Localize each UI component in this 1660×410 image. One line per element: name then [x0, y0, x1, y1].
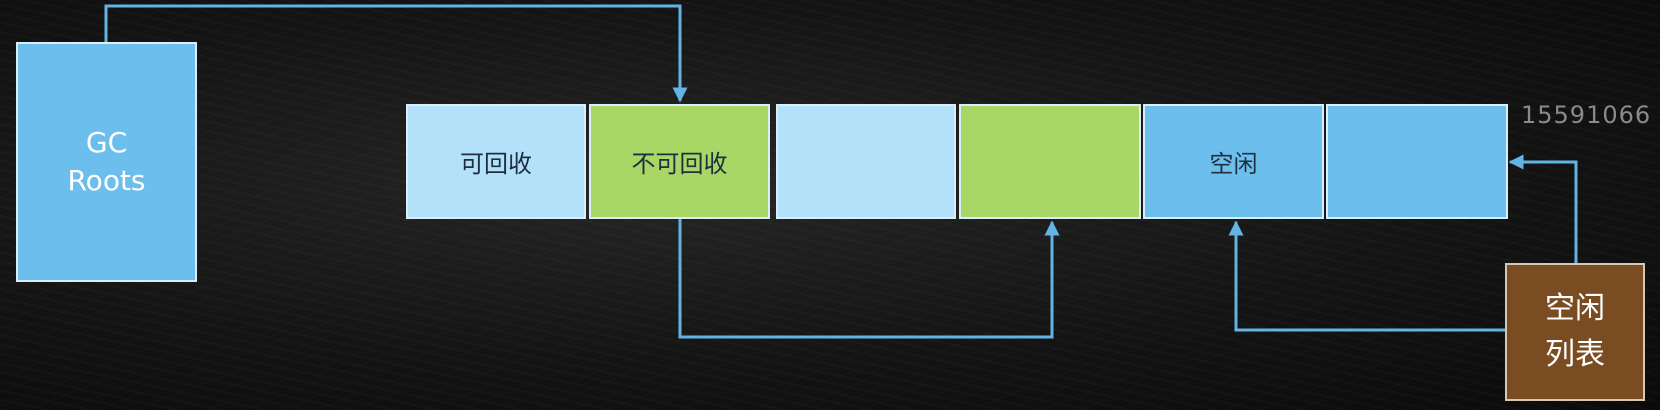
memory-cell-reclaimable: 可回收 [406, 104, 586, 219]
memory-cell-reachable: 不可回收 [589, 104, 770, 219]
arrow-freelist-to-free-cell [1228, 220, 1505, 332]
gc-roots-box: GC Roots [16, 42, 197, 282]
free-list-box: 空闲 列表 [1505, 263, 1645, 401]
arrow-freelist-to-last-free-cell [1508, 154, 1578, 263]
memory-cell-reclaimable-2 [776, 104, 956, 219]
memory-cell-free-2 [1326, 104, 1508, 219]
memory-cell-free: 空闲 [1143, 104, 1324, 219]
arrow-reachable-to-reachable [678, 219, 1060, 339]
memory-cell-reachable-2 [959, 104, 1141, 219]
watermark-text: 15591066 [1521, 101, 1652, 129]
